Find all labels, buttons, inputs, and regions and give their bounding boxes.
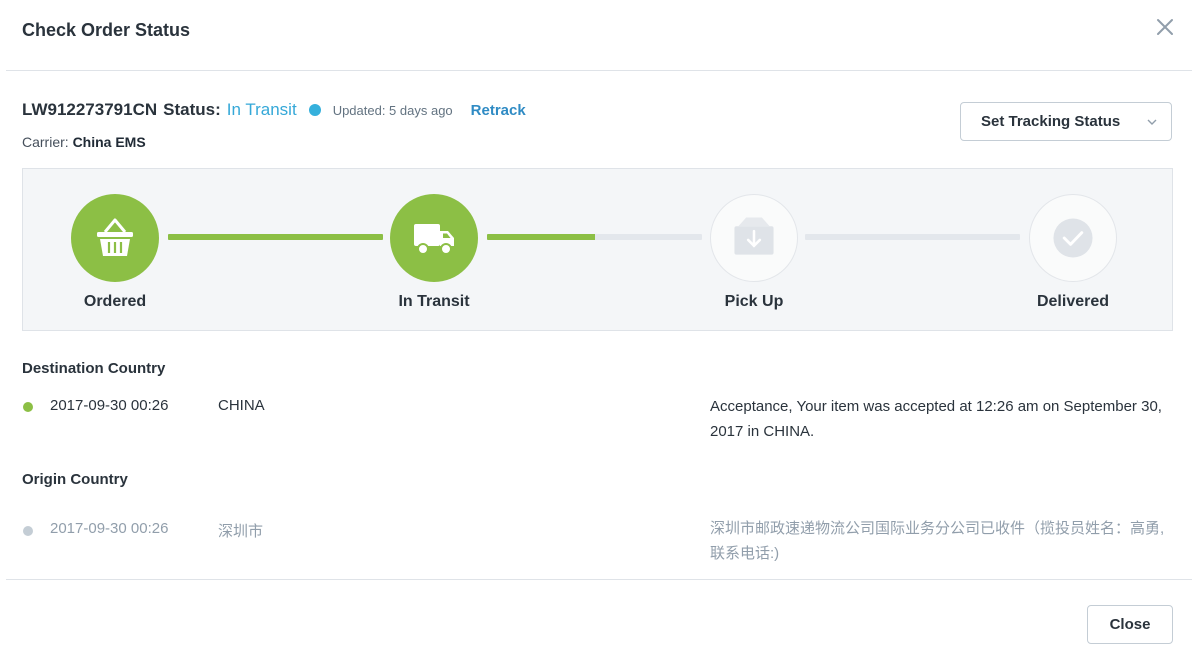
check-circle-icon [1053, 218, 1093, 258]
carrier-value: China EMS [72, 134, 146, 150]
close-icon[interactable] [1152, 14, 1178, 40]
event-description: Acceptance, Your item was accepted at 12… [710, 398, 1162, 440]
event-dot-active [23, 402, 33, 412]
order-status-modal: Check Order Status LW912273791CN Status:… [0, 0, 1200, 670]
status-label: Status: [163, 100, 221, 119]
carrier-line: Carrier: China EMS [22, 134, 146, 150]
step-ordered [71, 194, 159, 282]
retrack-link[interactable]: Retrack [471, 102, 526, 119]
status-dot [308, 104, 321, 116]
package-icon [734, 217, 774, 255]
close-button[interactable]: Close [1087, 605, 1173, 644]
destination-heading: Destination Country [22, 360, 166, 377]
origin-heading: Origin Country [22, 471, 128, 488]
modal-title: Check Order Status [22, 20, 191, 40]
set-tracking-status-dropdown[interactable]: Set Tracking Status [960, 102, 1172, 141]
connector-fill [168, 234, 383, 240]
truck-icon [414, 224, 454, 255]
header-divider [6, 70, 1192, 71]
progress-connector [168, 234, 383, 240]
updated-text: Updated: 5 days ago [332, 102, 453, 118]
event-location: 深圳市 [218, 523, 264, 540]
event-description: 深圳市邮政速递物流公司国际业务分公司已收件（揽投员姓名：高勇,联系电话:) [710, 520, 1165, 562]
chevron-down-icon [1147, 119, 1157, 125]
tracking-number: LW912273791CN [22, 100, 158, 119]
progress-tracker: Ordered In Transit Pick Up Delivered [22, 168, 1173, 331]
tracking-summary: LW912273791CN Status: In Transit Updated… [22, 100, 526, 120]
step-pick-up [710, 194, 798, 282]
event-date: 2017-09-30 00:26 [50, 397, 169, 414]
connector-fill [487, 234, 595, 240]
step-label: Pick Up [724, 293, 784, 310]
basket-icon [97, 218, 133, 256]
event-date: 2017-09-30 00:26 [50, 520, 169, 537]
modal-header: Check Order Status [0, 0, 1200, 70]
event-dot-past [23, 526, 33, 536]
set-tracking-status-label: Set Tracking Status [981, 113, 1121, 130]
step-label: In Transit [398, 293, 470, 310]
step-label: Ordered [83, 293, 147, 310]
step-label: Delivered [1036, 293, 1110, 310]
footer-divider [6, 579, 1192, 580]
event-location: CHINA [218, 397, 265, 414]
progress-connector [805, 234, 1020, 240]
step-in-transit [390, 194, 478, 282]
step-delivered [1029, 194, 1117, 282]
status-value: In Transit [226, 100, 297, 119]
progress-connector [487, 234, 702, 240]
carrier-label: Carrier: [22, 134, 69, 150]
